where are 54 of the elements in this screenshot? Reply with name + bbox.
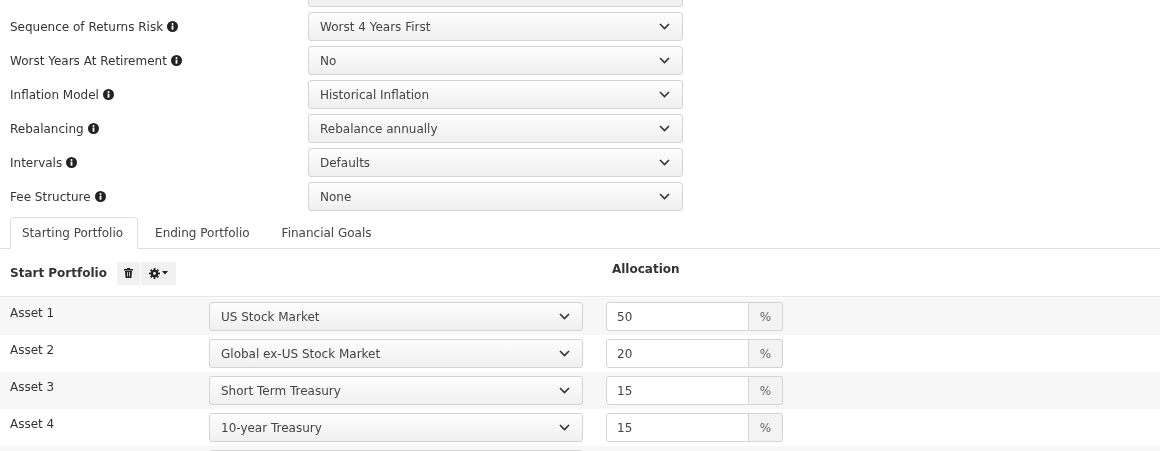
asset-label: Asset 3 bbox=[9, 379, 56, 394]
percent-addon: % bbox=[749, 302, 783, 331]
chevron-down-icon bbox=[659, 159, 670, 166]
caret-icon bbox=[161, 271, 168, 275]
chevron-down-icon bbox=[659, 91, 670, 98]
info-icon[interactable] bbox=[102, 89, 114, 100]
asset-select[interactable]: 10-year Treasury bbox=[209, 413, 583, 442]
chevron-down-icon bbox=[659, 125, 670, 132]
info-icon[interactable] bbox=[87, 123, 99, 134]
percent-addon: % bbox=[749, 413, 783, 442]
asset-label: Asset 1 bbox=[9, 305, 56, 320]
chevron-down-icon bbox=[559, 350, 570, 357]
field-label: Inflation Model bbox=[10, 87, 99, 102]
info-icon[interactable] bbox=[66, 157, 78, 168]
field-label: Worst Years At Retirement bbox=[10, 53, 167, 68]
info-icon[interactable] bbox=[167, 21, 179, 32]
tab[interactable]: Ending Portfolio bbox=[138, 217, 265, 249]
dropdown-select[interactable]: Defaults bbox=[308, 148, 683, 177]
asset-select[interactable]: Global ex-US Stock Market bbox=[209, 339, 583, 368]
section-title: Start Portfolio bbox=[9, 266, 107, 280]
allocation-input[interactable]: 15 bbox=[606, 413, 749, 442]
asset-label: Asset 2 bbox=[9, 342, 56, 357]
field-label: Intervals bbox=[10, 155, 63, 170]
dropdown-select[interactable]: Rebalance annually bbox=[308, 114, 683, 143]
chevron-down-icon bbox=[659, 23, 670, 30]
column-header: Allocation bbox=[611, 262, 680, 276]
chevron-down-icon bbox=[659, 57, 670, 64]
chevron-down-icon bbox=[559, 424, 570, 431]
dropdown-select[interactable]: No bbox=[308, 46, 683, 75]
percent-addon: % bbox=[749, 376, 783, 405]
asset-select[interactable]: Short Term Treasury bbox=[209, 376, 583, 405]
settings-button[interactable] bbox=[140, 261, 176, 285]
percent-addon: % bbox=[749, 339, 783, 368]
dropdown-select[interactable]: Historical Inflation bbox=[308, 80, 683, 109]
info-icon[interactable] bbox=[170, 55, 182, 66]
asset-select[interactable]: US Stock Market bbox=[209, 302, 583, 331]
tab[interactable]: Starting Portfolio bbox=[10, 217, 139, 249]
dropdown-select[interactable]: None bbox=[308, 182, 683, 211]
chevron-down-icon bbox=[559, 313, 570, 320]
field-label: Fee Structure bbox=[10, 189, 91, 204]
field-label: Sequence of Returns Risk bbox=[10, 19, 164, 34]
info-icon[interactable] bbox=[94, 191, 106, 202]
chevron-down-icon bbox=[559, 387, 570, 394]
allocation-input[interactable]: 50 bbox=[606, 302, 749, 331]
chevron-down-icon bbox=[659, 193, 670, 200]
allocation-input[interactable]: 20 bbox=[606, 339, 749, 368]
trash-icon bbox=[123, 268, 133, 278]
allocation-input[interactable]: 15 bbox=[606, 376, 749, 405]
tab[interactable]: Financial Goals bbox=[264, 217, 387, 249]
asset-label: Asset 4 bbox=[9, 416, 56, 431]
field-label: Rebalancing bbox=[10, 121, 84, 136]
delete-button[interactable] bbox=[116, 261, 140, 285]
settings-icon bbox=[148, 267, 160, 279]
dropdown-select[interactable]: Worst 4 Years First bbox=[308, 12, 683, 41]
